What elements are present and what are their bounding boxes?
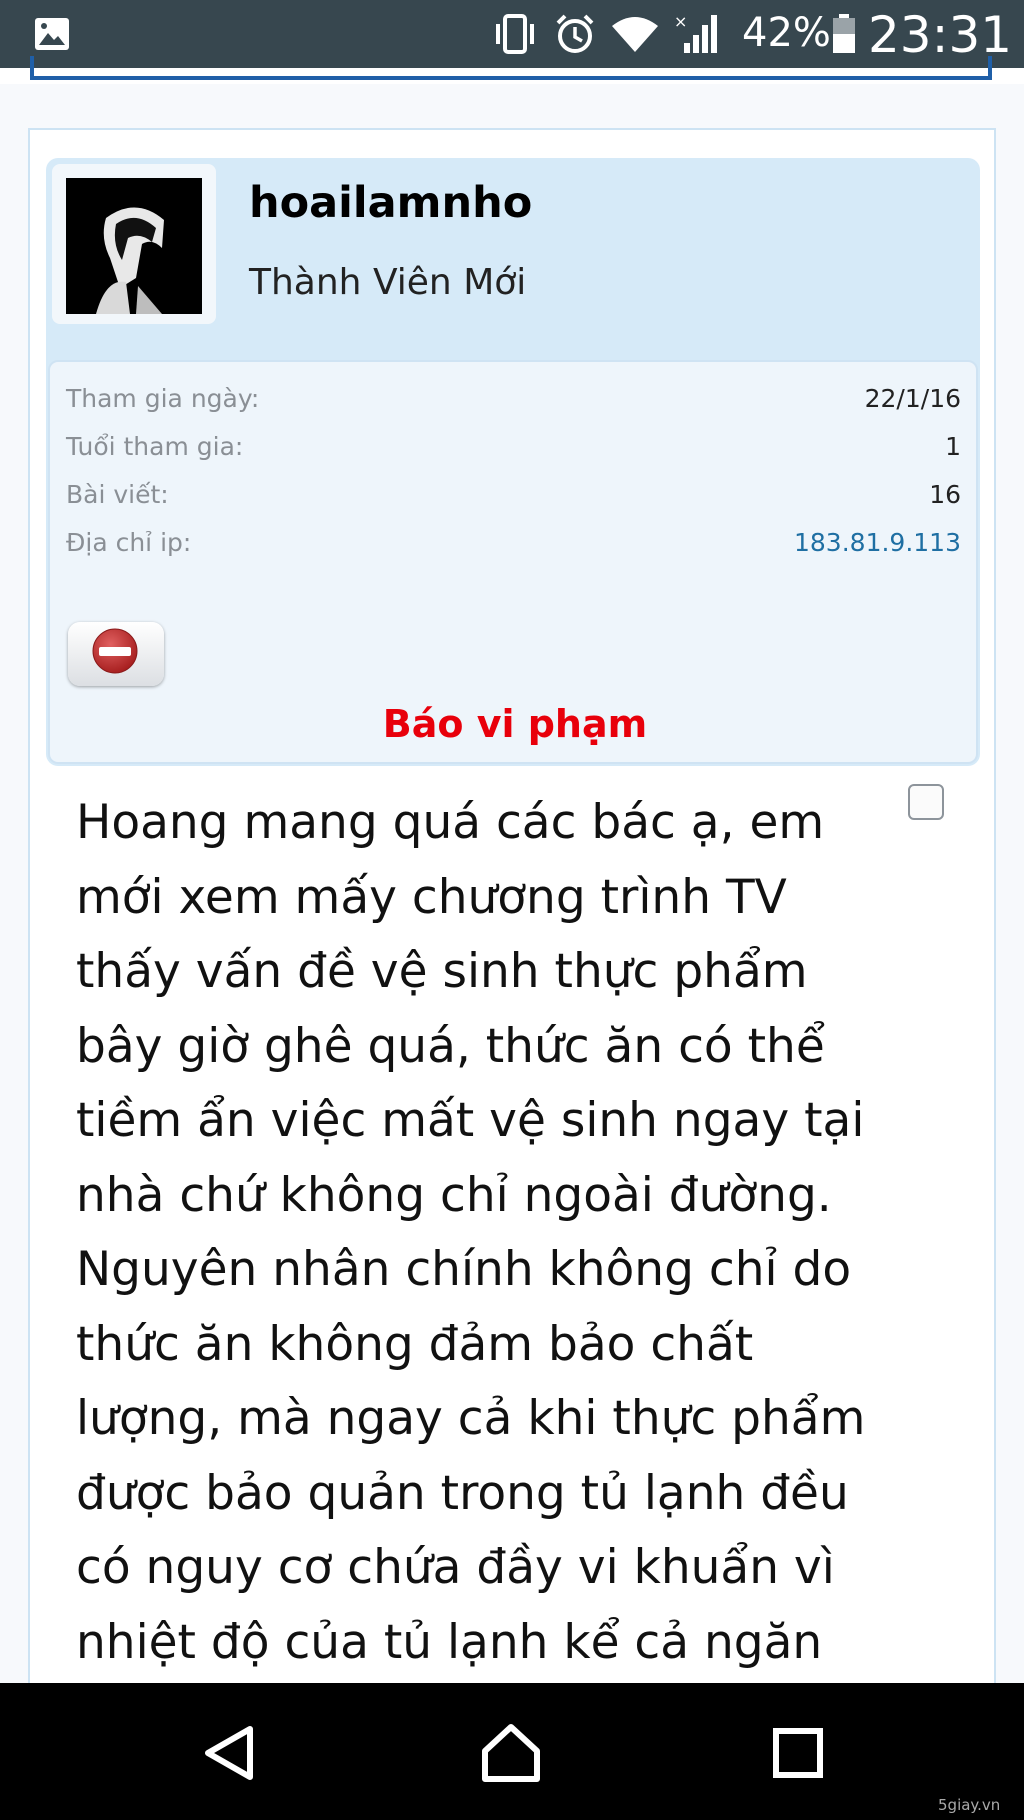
select-post-checkbox[interactable] <box>908 784 944 820</box>
avatar-frame <box>52 164 216 324</box>
user-stats: Tham gia ngày: 22/1/16 Tuổi tham gia: 1 … <box>48 360 978 764</box>
stat-value: 16 <box>929 479 961 509</box>
navigation-bar <box>0 1683 1024 1820</box>
back-icon[interactable] <box>200 1723 260 1783</box>
page-content[interactable]: hoailamnho Thành Viên Mới Tham gia ngày:… <box>0 84 1024 1728</box>
gallery-icon <box>35 18 69 50</box>
avatar[interactable] <box>66 178 202 314</box>
ip-link[interactable]: 183.81.9.113 <box>794 528 961 557</box>
stat-label: Tuổi tham gia: <box>66 431 244 461</box>
header-frame <box>30 56 992 80</box>
stat-label: Tham gia ngày: <box>66 383 260 413</box>
signal-icon: × <box>674 13 717 53</box>
vibrate-icon <box>496 14 534 54</box>
alarm-icon <box>556 14 594 53</box>
avatar-image <box>66 178 202 314</box>
stat-member-age: Tuổi tham gia: 1 <box>66 426 961 466</box>
stat-value: 22/1/16 <box>864 383 961 413</box>
battery-icon <box>833 14 855 53</box>
svg-text:×: × <box>674 13 687 31</box>
report-button[interactable] <box>68 622 164 686</box>
watermark: 5giay.vn <box>938 1796 1001 1814</box>
stat-join-date: Tham gia ngày: 22/1/16 <box>66 378 961 418</box>
battery-percent: 42% <box>742 10 831 56</box>
wifi-icon <box>612 17 658 52</box>
stat-label: Bài viết: <box>66 479 169 509</box>
stat-label: Địa chỉ ip: <box>66 527 192 557</box>
stat-ip: Địa chỉ ip: 183.81.9.113 <box>66 522 961 562</box>
report-link[interactable]: Báo vi phạm <box>50 702 980 746</box>
username[interactable]: hoailamnho <box>249 178 532 228</box>
no-entry-icon <box>92 628 138 674</box>
stat-value: 1 <box>945 431 961 461</box>
user-info-box: hoailamnho Thành Viên Mới Tham gia ngày:… <box>46 158 980 766</box>
home-icon[interactable] <box>481 1723 541 1783</box>
user-title: Thành Viên Mới <box>249 262 527 303</box>
post-container: hoailamnho Thành Viên Mới Tham gia ngày:… <box>28 128 996 1728</box>
post-message: Hoang mang quá các bác ạ, em mới xem mấy… <box>76 795 866 1670</box>
recents-icon[interactable] <box>768 1723 828 1783</box>
stat-posts: Bài viết: 16 <box>66 474 961 514</box>
